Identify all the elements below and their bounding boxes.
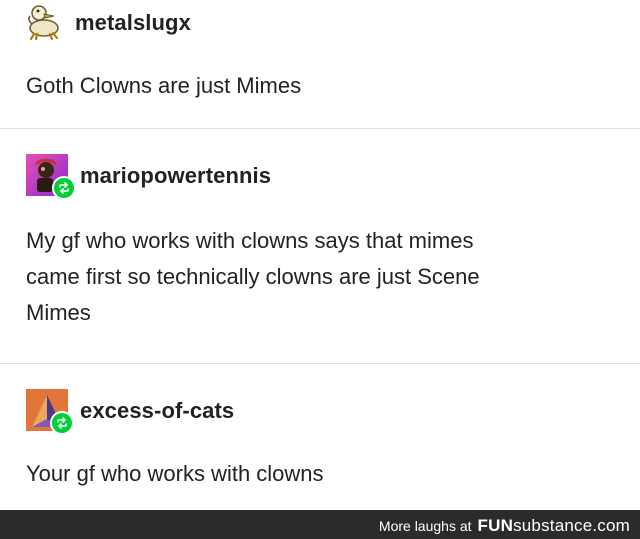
- post-2: mariopowertennis My gf who works with cl…: [0, 129, 640, 363]
- footer-brand-bold: FUN: [477, 516, 514, 535]
- footer-prefix: More laughs at: [378, 518, 472, 534]
- footer-brand-rest: substance.com: [513, 516, 630, 535]
- post-3-reblog-icon: [50, 411, 74, 435]
- post-2-username[interactable]: mariopowertennis: [80, 163, 271, 189]
- post-1: metalslugx Goth Clowns are just Mimes: [0, 0, 640, 128]
- post-1-username[interactable]: metalslugx: [75, 10, 191, 36]
- post-3: excess-of-cats Your gf who works with cl…: [0, 364, 640, 510]
- post-3-text: Your gf who works with clowns: [26, 461, 324, 486]
- post-2-text-line-2: came first so technically clowns are jus…: [26, 264, 480, 289]
- post-2-text-line-3: Mimes: [26, 300, 91, 325]
- post-1-text: Goth Clowns are just Mimes: [26, 73, 302, 98]
- post-3-username[interactable]: excess-of-cats: [80, 398, 234, 424]
- footer-brand-link[interactable]: FUNsubstance.com: [478, 516, 630, 536]
- post-2-text: My gf who works with clowns says that mi…: [26, 223, 626, 331]
- post-2-reblog-icon: [52, 176, 76, 200]
- duck-avatar-icon[interactable]: [24, 2, 64, 41]
- post-2-text-line-1: My gf who works with clowns says that mi…: [26, 228, 474, 253]
- watermark-footer: More laughs at FUNsubstance.com: [0, 510, 640, 539]
